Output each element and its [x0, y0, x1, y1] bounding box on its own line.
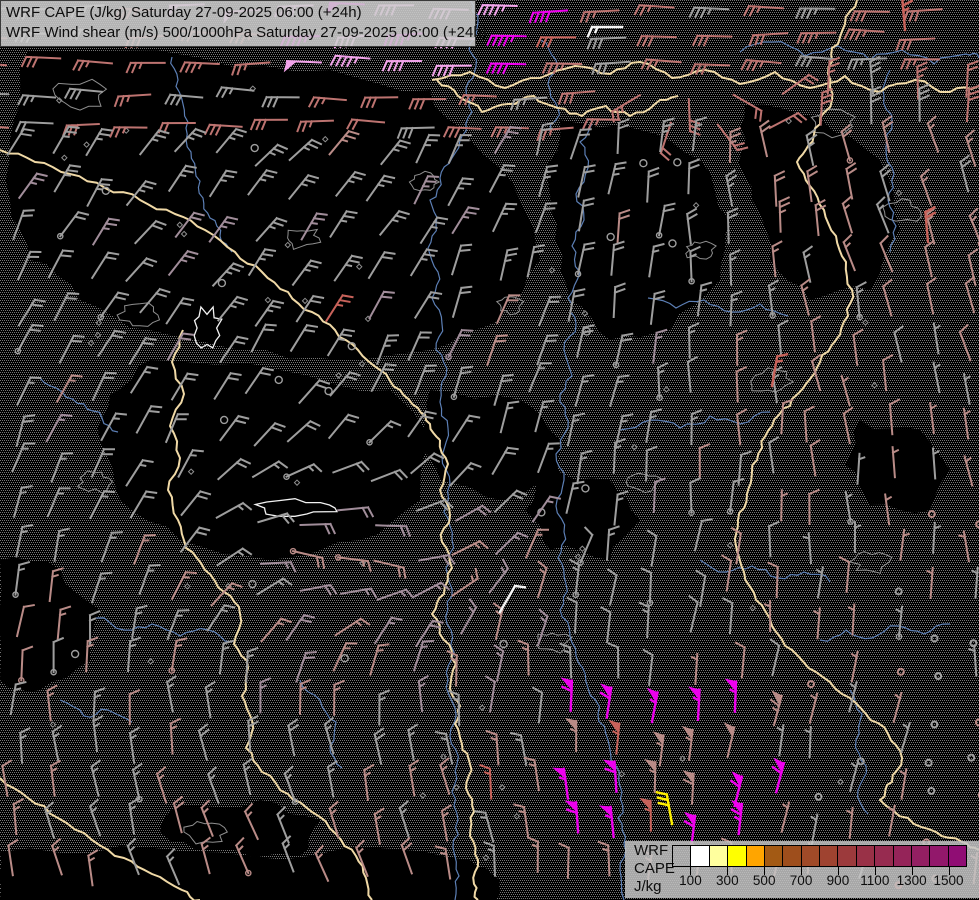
- title-line-1: WRF CAPE (J/kg) Saturday 27-09-2025 06:0…: [6, 4, 362, 21]
- legend-swatch: [709, 846, 729, 866]
- legend-tick-label: 1500: [933, 873, 964, 888]
- legend-swatch: [820, 846, 839, 866]
- legend-swatch: [875, 846, 894, 866]
- legend-swatch: [673, 846, 692, 866]
- map-canvas: [0, 0, 979, 900]
- legend-swatch: [930, 846, 949, 866]
- legend-swatch: [801, 846, 820, 866]
- weather-map-page: WRF CAPE (J/kg) Saturday 27-09-2025 06:0…: [0, 0, 979, 900]
- legend-swatch: [838, 846, 857, 866]
- legend-swatch: [948, 846, 966, 866]
- legend-swatch: [893, 846, 912, 866]
- cape-legend: WRF CAPE J/kg 100 300 500 700 900 1100 1300 150…: [625, 841, 979, 898]
- legend-swatch: [691, 846, 710, 866]
- legend-swatch: [783, 846, 802, 866]
- title-line-2: WRF Wind shear (m/s) 500/1000hPa Saturda…: [6, 24, 487, 41]
- legend-color-bar: [672, 845, 967, 867]
- legend-swatch: [911, 846, 931, 866]
- legend-swatch: [728, 846, 747, 866]
- legend-swatch: [764, 846, 784, 866]
- legend-swatch: [746, 846, 765, 866]
- map-title-box: WRF CAPE (J/kg) Saturday 27-09-2025 06:0…: [0, 0, 487, 47]
- legend-name-line1: WRF: [634, 842, 669, 859]
- legend-swatch: [856, 846, 876, 866]
